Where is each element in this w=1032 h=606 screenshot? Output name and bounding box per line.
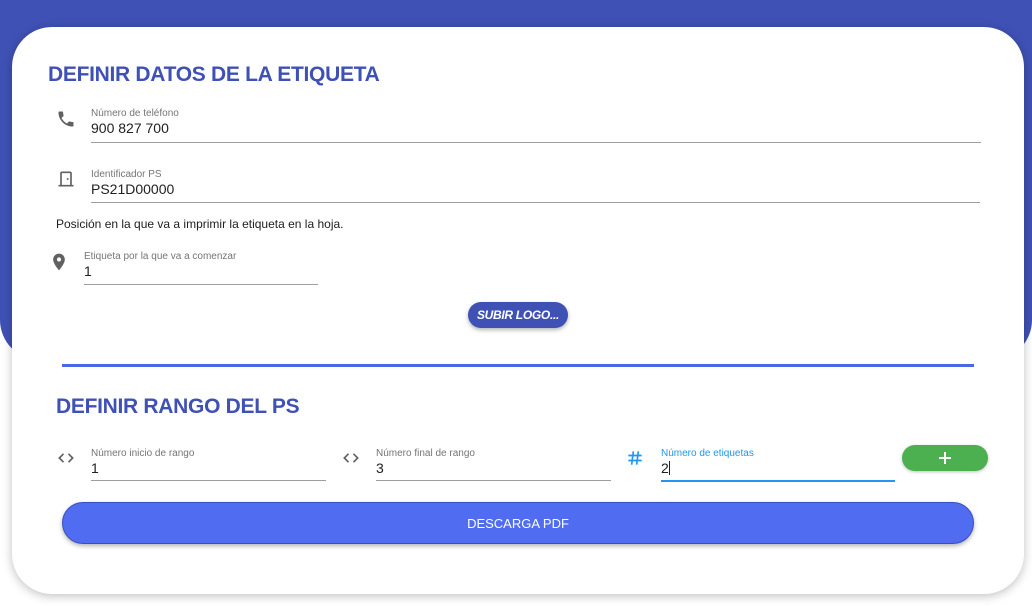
upload-logo-button[interactable]: SUBIR LOGO... xyxy=(468,302,568,328)
range-start-field-value[interactable]: 1 xyxy=(91,460,99,476)
start-label-field-underline xyxy=(84,284,318,285)
add-range-button[interactable] xyxy=(902,445,988,471)
range-end-field[interactable]: Número final de rango 3 xyxy=(376,448,611,481)
download-pdf-button[interactable]: DESCARGA PDF xyxy=(62,502,974,544)
hash-icon xyxy=(628,451,642,465)
ps-id-field-label: Identificador PS xyxy=(91,169,162,180)
start-label-field[interactable]: Etiqueta por la que va a comenzar 1 xyxy=(84,251,318,285)
range-start-field[interactable]: Número inicio de rango 1 xyxy=(91,448,326,481)
plus-icon xyxy=(939,452,951,464)
phone-field-label: Número de teléfono xyxy=(91,108,179,119)
phone-field-underline xyxy=(91,142,981,143)
range-end-field-underline xyxy=(376,480,611,481)
label-count-field-label: Número de etiquetas xyxy=(661,448,754,459)
label-count-field-value[interactable]: 2 xyxy=(661,460,669,476)
door-icon xyxy=(58,171,74,187)
range-end-field-value[interactable]: 3 xyxy=(376,460,384,476)
label-count-field-underline xyxy=(661,480,895,482)
position-note: Posición en la que va a imprimir la etiq… xyxy=(56,217,344,231)
text-cursor xyxy=(668,461,670,475)
location-pin-icon xyxy=(53,253,65,271)
ps-id-field[interactable]: Identificador PS PS21D00000 xyxy=(91,169,980,203)
ps-id-field-value[interactable]: PS21D00000 xyxy=(91,181,174,197)
phone-field-value[interactable]: 900 827 700 xyxy=(91,120,169,136)
phone-icon xyxy=(58,111,74,127)
range-start-field-label: Número inicio de rango xyxy=(91,448,195,459)
range-start-field-underline xyxy=(91,480,326,481)
code-icon xyxy=(58,453,74,463)
section-divider xyxy=(62,364,974,367)
label-section-title: DEFINIR DATOS DE LA ETIQUETA xyxy=(48,63,380,86)
phone-field[interactable]: Número de teléfono 900 827 700 xyxy=(91,108,981,143)
start-label-field-value[interactable]: 1 xyxy=(84,263,92,279)
range-end-field-label: Número final de rango xyxy=(376,448,475,459)
label-count-field[interactable]: Número de etiquetas 2 xyxy=(661,448,895,482)
ps-id-field-underline xyxy=(91,202,980,203)
start-label-field-label: Etiqueta por la que va a comenzar xyxy=(84,251,237,262)
range-section-title: DEFINIR RANGO DEL PS xyxy=(56,395,300,418)
label-count-field-value-wrap[interactable]: 2 xyxy=(661,460,670,476)
code-icon xyxy=(343,453,359,463)
